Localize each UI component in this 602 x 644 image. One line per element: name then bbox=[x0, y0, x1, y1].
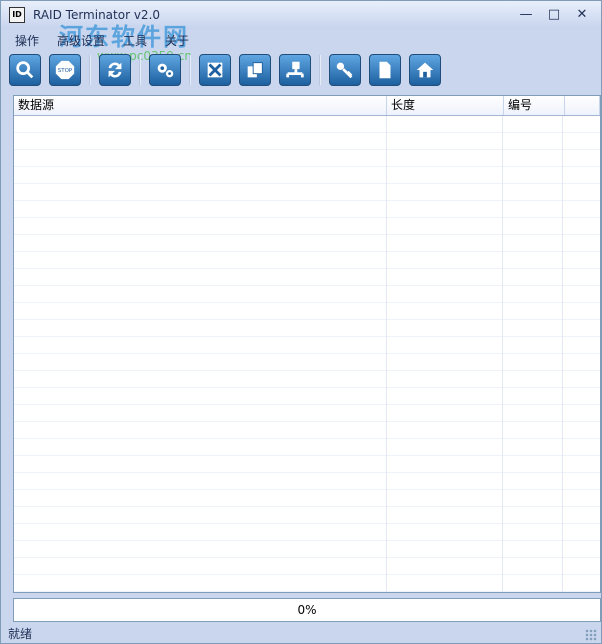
column-header-number[interactable]: 编号 bbox=[504, 96, 565, 115]
network-icon bbox=[286, 61, 304, 78]
svg-text:STOP: STOP bbox=[58, 68, 73, 74]
minimize-icon[interactable]: — bbox=[519, 8, 533, 22]
network-button[interactable] bbox=[279, 54, 311, 86]
toolbar-separator bbox=[319, 55, 321, 85]
column-divider bbox=[562, 116, 563, 592]
menu-tools[interactable]: 工具 bbox=[119, 32, 151, 49]
menu-about[interactable]: 关于 bbox=[161, 32, 193, 49]
toolbar: STOP bbox=[1, 51, 601, 89]
toolbar-separator bbox=[139, 55, 141, 85]
close-icon[interactable]: ✕ bbox=[575, 8, 589, 22]
home-button[interactable] bbox=[409, 54, 441, 86]
key-button[interactable] bbox=[329, 54, 361, 86]
toolbar-separator bbox=[189, 55, 191, 85]
status-text: 就绪 bbox=[8, 626, 33, 641]
table-header: 数据源 长度 编号 bbox=[14, 96, 600, 116]
title-bar[interactable]: ID RAID Terminator v2.0 河东软件网 www.pc0359… bbox=[1, 1, 601, 63]
stop-icon: STOP bbox=[55, 60, 75, 80]
home-icon bbox=[416, 62, 434, 78]
progress-label: 0% bbox=[297, 603, 317, 617]
column-header-length[interactable]: 长度 bbox=[387, 96, 504, 115]
app-icon: ID bbox=[9, 7, 25, 23]
app-window: ID RAID Terminator v2.0 河东软件网 www.pc0359… bbox=[0, 0, 602, 644]
key-icon bbox=[336, 62, 353, 79]
data-table: 数据源 长度 编号 bbox=[13, 95, 601, 593]
status-bar: 就绪 bbox=[1, 622, 601, 644]
maximize-icon[interactable]: □ bbox=[547, 8, 561, 22]
window-controls: — □ ✕ bbox=[519, 8, 589, 22]
column-header-empty[interactable] bbox=[565, 96, 600, 115]
settings-icon bbox=[157, 63, 174, 78]
file-button[interactable] bbox=[369, 54, 401, 86]
menu-advanced-settings[interactable]: 高级设置 bbox=[53, 32, 109, 49]
column-divider bbox=[386, 116, 387, 592]
toolbar-separator bbox=[89, 55, 91, 85]
menu-operate[interactable]: 操作 bbox=[11, 32, 43, 49]
table-body[interactable] bbox=[14, 116, 600, 592]
resize-grip-icon[interactable] bbox=[585, 629, 597, 641]
file-icon bbox=[379, 61, 391, 79]
copy-button[interactable] bbox=[239, 54, 271, 86]
menu-bar: 操作 高级设置 工具 关于 bbox=[1, 30, 601, 50]
search-button[interactable] bbox=[9, 54, 41, 86]
copy-icon bbox=[247, 62, 263, 78]
refresh-button[interactable] bbox=[99, 54, 131, 86]
column-divider bbox=[502, 116, 503, 592]
search-icon bbox=[16, 61, 34, 79]
progress-bar: 0% bbox=[13, 598, 601, 622]
column-header-source[interactable]: 数据源 bbox=[14, 96, 387, 115]
stop-button[interactable]: STOP bbox=[49, 54, 81, 86]
settings-button[interactable] bbox=[149, 54, 181, 86]
refresh-icon bbox=[108, 62, 122, 78]
disk-x-icon bbox=[207, 62, 223, 78]
disk-x-button[interactable] bbox=[199, 54, 231, 86]
